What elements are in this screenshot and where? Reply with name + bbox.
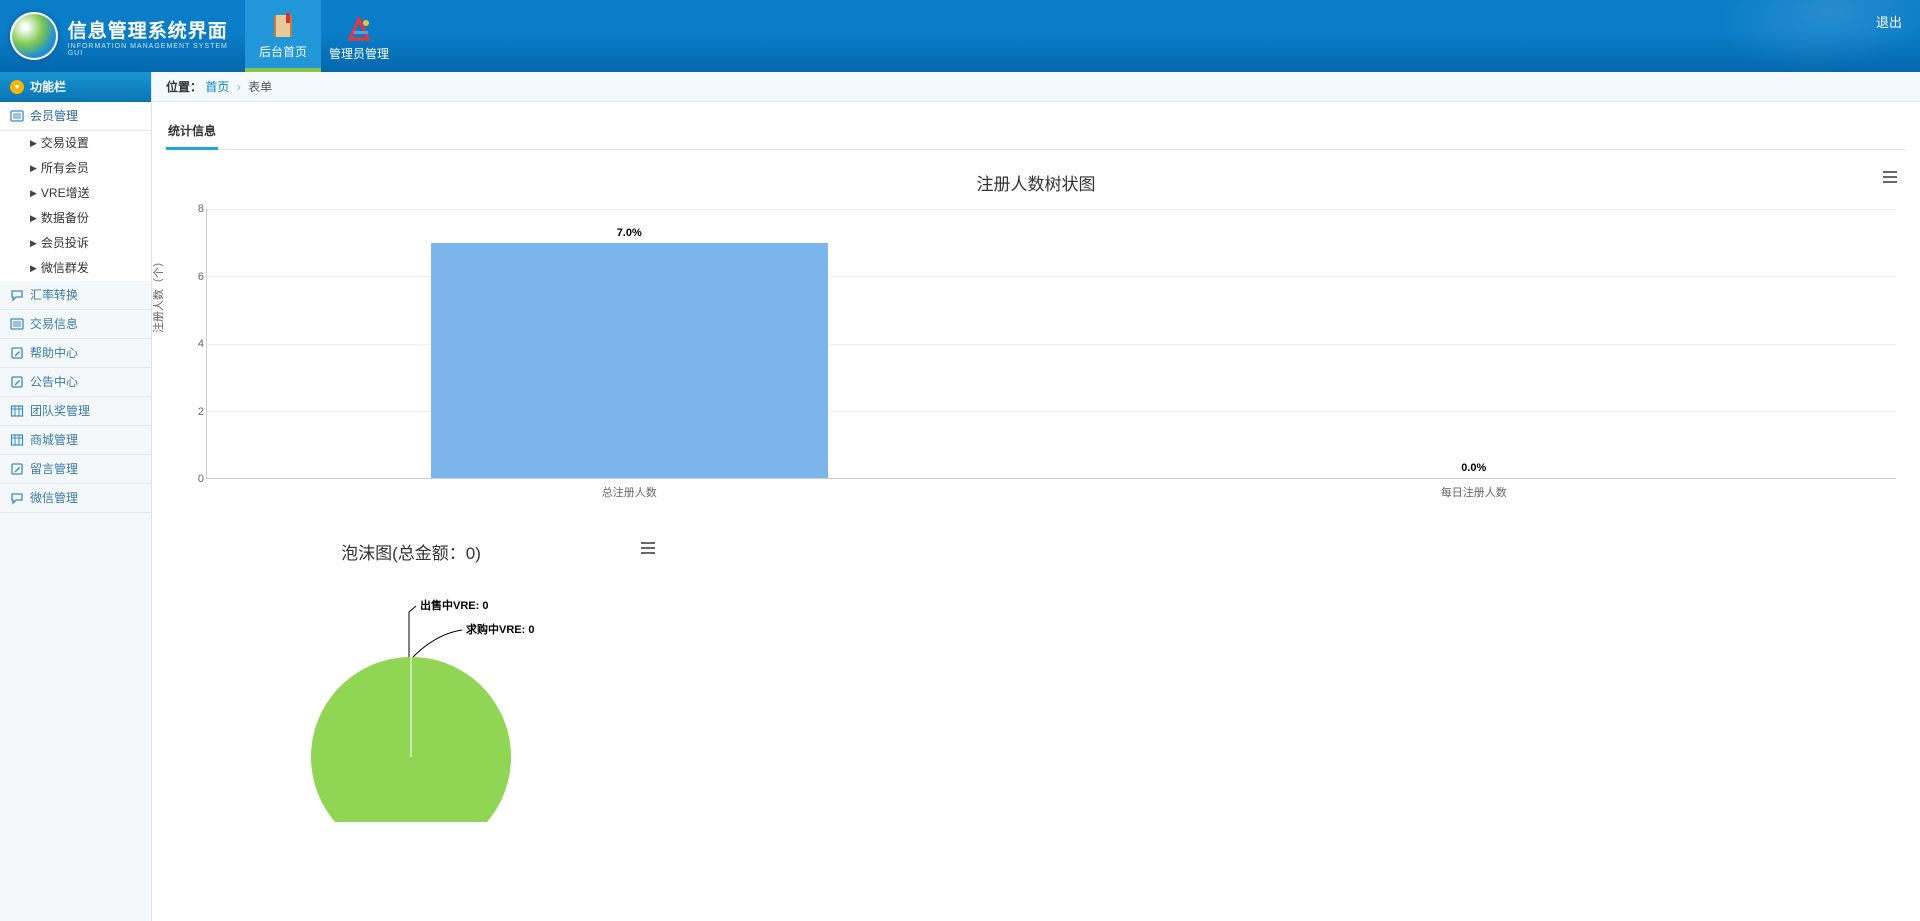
sidebar-subitem-0-1[interactable]: ▶所有会员 (0, 156, 151, 181)
sidebar-panel-header[interactable]: 功能栏 (0, 72, 151, 102)
sidebar-item-7[interactable]: 留言管理 (0, 455, 151, 484)
sidebar-item-label: 团队奖管理 (30, 397, 90, 426)
sidebar-item-4[interactable]: 公告中心 (0, 368, 151, 397)
sidebar-item-0[interactable]: 会员管理 (0, 102, 151, 131)
edit-icon (10, 346, 24, 360)
y-tick: 4 (198, 338, 204, 350)
bubble-label-0: 出售中VRE: 0 (420, 598, 488, 612)
edit-icon (10, 462, 24, 476)
breadcrumb-home[interactable]: 首页 (205, 80, 229, 94)
logo-area: 信息管理系统界面 INFORMATION MANAGEMENT SYSTEM G… (0, 0, 245, 72)
logo-icon (10, 12, 58, 60)
chart-menu-button[interactable] (640, 541, 656, 558)
sidebar-item-1[interactable]: 汇率转换 (0, 281, 151, 310)
y-axis-label: 注册人数（个） (150, 256, 166, 333)
app-subtitle: INFORMATION MANAGEMENT SYSTEM GUI (68, 43, 245, 57)
chart-menu-button[interactable] (1882, 170, 1898, 187)
grid-icon (10, 433, 24, 447)
sidebar-item-label: 微信管理 (30, 484, 78, 513)
bar-value-label: 0.0% (1275, 462, 1672, 474)
sidebar-subitem-label: 数据备份 (41, 206, 89, 231)
section-title: 统计信息 (166, 108, 1906, 150)
sidebar-subitem-0-5[interactable]: ▶微信群发 (0, 256, 151, 281)
bubble-label-1: 求购中VRE: 0 (466, 622, 534, 636)
triangle-right-icon: ▶ (30, 256, 37, 281)
sidebar-item-label: 汇率转换 (30, 281, 78, 310)
triangle-right-icon: ▶ (30, 131, 37, 156)
triangle-right-icon: ▶ (30, 181, 37, 206)
x-tick: 总注册人数 (207, 484, 1052, 500)
chat-icon (10, 288, 24, 302)
sidebar-subitem-label: 所有会员 (41, 156, 89, 181)
sidebar-item-label: 帮助中心 (30, 339, 78, 368)
bar-chart-title: 注册人数树状图 (166, 170, 1906, 195)
sidebar-subitem-label: 交易设置 (41, 131, 89, 156)
triangle-right-icon: ▶ (30, 206, 37, 231)
breadcrumb: 位置： 首页 › 表单 (152, 72, 1920, 102)
sidebar-subitem-label: 会员投诉 (41, 231, 89, 256)
main-content: 位置： 首页 › 表单 统计信息 注册人数树状图 注册人数（个） 0 2 4 6 8 7… (152, 72, 1920, 921)
sidebar-item-label: 公告中心 (30, 368, 78, 397)
sidebar-item-3[interactable]: 帮助中心 (0, 339, 151, 368)
sidebar-item-6[interactable]: 商城管理 (0, 426, 151, 455)
top-tab-0[interactable]: 后台首页 (245, 0, 321, 72)
top-tab-label: 管理员管理 (329, 45, 389, 62)
bubble-chart-svg: 出售中VRE: 0 求购中VRE: 0 (166, 582, 656, 822)
sidebar-item-label: 会员管理 (30, 102, 78, 131)
sidebar-subitem-0-4[interactable]: ▶会员投诉 (0, 231, 151, 256)
y-tick: 2 (198, 406, 204, 418)
sidebar-subitem-label: VRE增送 (41, 181, 90, 206)
app-title: 信息管理系统界面 (68, 16, 245, 43)
sidebar: 功能栏 会员管理▶交易设置▶所有会员▶VRE增送▶数据备份▶会员投诉▶微信群发汇… (0, 72, 152, 921)
bar-0 (431, 243, 828, 478)
logout-link[interactable]: 退出 (1876, 12, 1902, 31)
sidebar-item-label: 交易信息 (30, 310, 78, 339)
sidebar-item-5[interactable]: 团队奖管理 (0, 397, 151, 426)
sidebar-item-label: 商城管理 (30, 426, 78, 455)
admin-icon (344, 11, 374, 45)
y-tick: 6 (198, 271, 204, 283)
breadcrumb-label: 位置： (166, 80, 202, 94)
top-tab-label: 后台首页 (259, 43, 307, 60)
sidebar-subitem-0-0[interactable]: ▶交易设置 (0, 131, 151, 156)
sidebar-item-2[interactable]: 交易信息 (0, 310, 151, 339)
y-tick: 0 (198, 473, 204, 485)
list-icon (10, 317, 24, 331)
bar-chart-container: 注册人数树状图 注册人数（个） 02468 7.0%总注册人数0.0%每日注册人… (166, 170, 1906, 509)
grid-icon (10, 404, 24, 418)
chat-icon (10, 491, 24, 505)
triangle-right-icon: ▶ (30, 156, 37, 181)
app-header: 信息管理系统界面 INFORMATION MANAGEMENT SYSTEM G… (0, 0, 1920, 72)
book-icon (268, 9, 298, 43)
sidebar-panel-title: 功能栏 (30, 72, 66, 102)
top-tab-1[interactable]: 管理员管理 (321, 0, 397, 72)
sidebar-subitem-0-2[interactable]: ▶VRE增送 (0, 181, 151, 206)
triangle-right-icon: ▶ (30, 231, 37, 256)
sidebar-item-8[interactable]: 微信管理 (0, 484, 151, 513)
sidebar-item-label: 留言管理 (30, 455, 78, 484)
bubble-chart-container: 泡沫图(总金额：0) 出售中VRE: 0 求购中VRE: 0 (166, 539, 656, 822)
edit-icon (10, 375, 24, 389)
bar-value-label: 7.0% (431, 227, 828, 239)
sidebar-subitem-label: 微信群发 (41, 256, 89, 281)
collapse-icon (10, 80, 24, 94)
list-icon (10, 109, 24, 123)
x-tick: 每日注册人数 (1052, 484, 1897, 500)
breadcrumb-current: 表单 (248, 80, 272, 94)
y-tick: 8 (198, 203, 204, 215)
bubble-chart-title: 泡沫图(总金额：0) (166, 539, 656, 564)
sidebar-subitem-0-3[interactable]: ▶数据备份 (0, 206, 151, 231)
